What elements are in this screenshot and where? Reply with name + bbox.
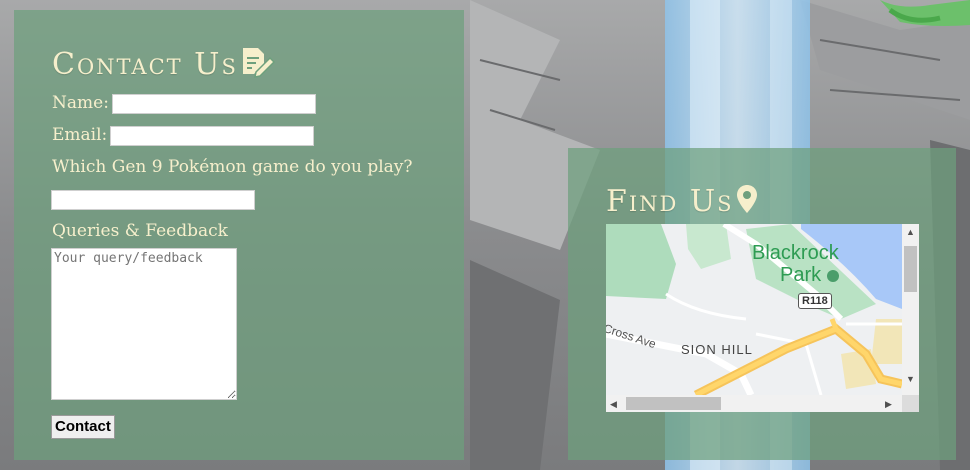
map-horizontal-scrollbar[interactable]: ◀ ▶ xyxy=(606,395,902,412)
find-us-title-text: Find Us xyxy=(606,184,734,219)
scroll-left-icon[interactable]: ◀ xyxy=(610,399,617,409)
name-field[interactable] xyxy=(112,94,316,114)
map-poi-icon xyxy=(826,269,839,282)
map-horizontal-scroll-thumb[interactable] xyxy=(626,397,721,410)
query-textarea[interactable] xyxy=(51,248,237,400)
map-vertical-scroll-thumb[interactable] xyxy=(904,246,917,292)
contact-title: Contact Us xyxy=(52,46,276,86)
map-pin-icon xyxy=(736,184,758,222)
email-label: Email: xyxy=(52,125,108,145)
email-field[interactable] xyxy=(110,126,314,146)
map-road-badge: R118 xyxy=(798,293,832,309)
name-label: Name: xyxy=(52,93,109,113)
edit-note-icon xyxy=(240,46,276,86)
map-area-label: SION HILL xyxy=(681,342,753,357)
contact-submit-button[interactable]: Contact xyxy=(51,415,115,439)
map-vertical-scrollbar[interactable]: ▲ ▼ xyxy=(902,224,919,395)
find-us-title: Find Us xyxy=(606,184,758,222)
map-embed[interactable]: Blackrock Park R118 Cross Ave SION HILL … xyxy=(606,224,919,412)
scroll-down-icon[interactable]: ▼ xyxy=(906,374,915,384)
map-park-label: Blackrock Park xyxy=(752,242,839,286)
queries-label: Queries & Feedback xyxy=(52,221,228,241)
scroll-up-icon[interactable]: ▲ xyxy=(906,227,915,237)
game-field[interactable] xyxy=(51,190,255,210)
game-question-label: Which Gen 9 Pokémon game do you play? xyxy=(52,157,413,177)
scroll-right-icon[interactable]: ▶ xyxy=(885,399,892,409)
contact-title-text: Contact Us xyxy=(52,47,238,82)
scrollbar-corner xyxy=(902,395,919,412)
